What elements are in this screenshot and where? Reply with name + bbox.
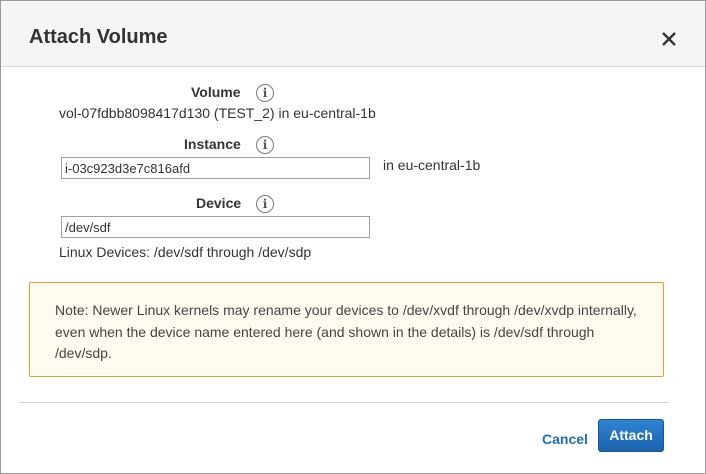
instance-label: Instance [184, 136, 241, 152]
volume-label: Volume [191, 84, 241, 100]
dialog-header: Attach Volume [1, 1, 705, 67]
attach-button[interactable]: Attach [598, 419, 664, 452]
cancel-button[interactable]: Cancel [542, 431, 588, 447]
device-label: Device [196, 195, 242, 211]
device-input[interactable] [61, 216, 370, 238]
footer-divider [19, 402, 669, 403]
attach-volume-dialog: Attach Volume Volume i vol-07fdbb8098417… [0, 0, 706, 474]
volume-value: vol-07fdbb8098417d130 (TEST_2) in eu-cen… [59, 105, 376, 121]
device-info-icon[interactable]: i [256, 195, 274, 213]
instance-info-icon[interactable]: i [256, 136, 274, 154]
note-box: Note: Newer Linux kernels may rename you… [29, 282, 664, 377]
note-text: Note: Newer Linux kernels may rename you… [55, 302, 637, 361]
instance-input[interactable] [61, 157, 370, 179]
instance-zone-text: in eu-central-1b [383, 157, 481, 173]
close-icon[interactable] [658, 28, 680, 50]
volume-info-icon[interactable]: i [256, 84, 274, 102]
device-hint: Linux Devices: /dev/sdf through /dev/sdp [59, 244, 312, 260]
dialog-title: Attach Volume [29, 26, 168, 48]
